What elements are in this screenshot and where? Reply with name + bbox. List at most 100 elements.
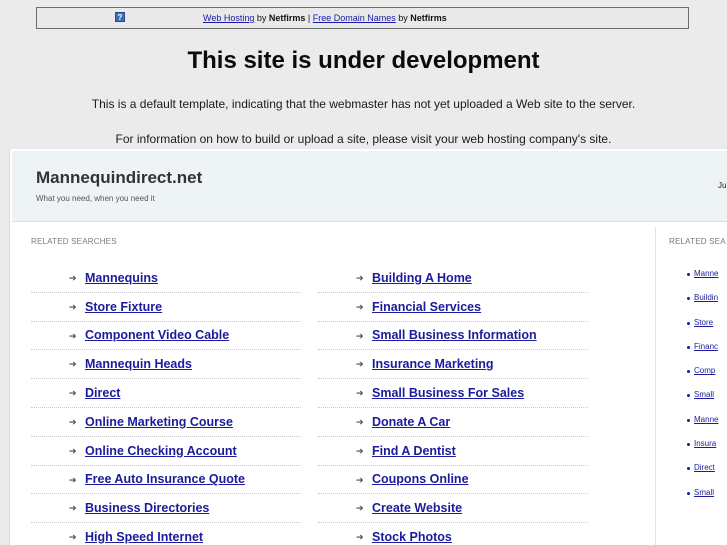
- arrow-icon: ➔: [356, 301, 364, 312]
- arrow-icon: ➔: [69, 445, 77, 456]
- related-search-link[interactable]: Free Auto Insurance Quote: [85, 472, 245, 486]
- related-search-link[interactable]: Stock Photos: [372, 530, 452, 544]
- side-list-item: Manne: [684, 269, 718, 293]
- bullet-icon: [687, 394, 690, 398]
- side-related-link[interactable]: Financ: [694, 342, 718, 351]
- arrow-icon: ➔: [356, 503, 364, 514]
- side-related-link[interactable]: Small: [694, 390, 714, 399]
- bullet-icon: [687, 418, 690, 422]
- arrow-icon: ➔: [69, 330, 77, 341]
- arrow-icon: ➔: [356, 359, 364, 370]
- side-list-item: Buildin: [684, 293, 718, 317]
- side-related-label: RELATED SEA: [669, 237, 726, 246]
- list-item: ➔ Small Business For Sales: [318, 379, 588, 408]
- side-list-item: Comp: [684, 366, 718, 390]
- list-item: ➔ Donate A Car: [318, 408, 588, 437]
- brand-netfirms-1: Netfirms: [268, 13, 306, 23]
- page-title: This site is under development: [187, 47, 540, 74]
- related-search-link[interactable]: Financial Services: [372, 300, 481, 314]
- bullet-icon: [687, 467, 690, 471]
- related-search-link[interactable]: Insurance Marketing: [372, 357, 494, 371]
- arrow-icon: ➔: [69, 301, 77, 312]
- related-search-link[interactable]: High Speed Internet: [85, 530, 203, 544]
- related-search-link[interactable]: Coupons Online: [372, 472, 469, 486]
- related-list-left: ➔ Mannequins ➔ Store Fixture ➔ Component Vide…: [31, 264, 301, 545]
- side-list-item: Financ: [684, 342, 718, 366]
- related-search-link[interactable]: Find A Dentist: [372, 444, 456, 458]
- header-cut-text: Ju: [718, 181, 727, 190]
- side-related-link[interactable]: Comp: [694, 366, 715, 375]
- list-item: ➔ Mannequins: [31, 264, 301, 293]
- related-search-link[interactable]: Mannequin Heads: [85, 357, 192, 371]
- bullet-icon: [687, 370, 690, 374]
- bullet-icon: [687, 345, 690, 349]
- bullet-icon: [687, 273, 690, 276]
- bullet-icon: [687, 321, 690, 325]
- list-item: ➔ Insurance Marketing: [318, 350, 588, 380]
- related-search-link[interactable]: Donate A Car: [372, 415, 450, 429]
- arrow-icon: ➔: [356, 416, 364, 427]
- related-searches-label: RELATED SEARCHES: [31, 237, 117, 246]
- sponsor-links: Web Hosting by Netfirms | Free Domain Na…: [203, 8, 447, 28]
- list-item: ➔ Financial Services: [318, 293, 588, 322]
- parked-domain-panel: Mannequindirect.net What you need, when …: [9, 149, 727, 545]
- related-search-link[interactable]: Online Marketing Course: [85, 415, 233, 429]
- list-item: ➔ Coupons Online: [318, 466, 588, 495]
- list-item: ➔ Online Checking Account: [31, 437, 301, 466]
- related-search-link[interactable]: Direct: [85, 386, 120, 400]
- related-search-link[interactable]: Building A Home: [372, 271, 472, 285]
- list-item: ➔ High Speed Internet: [31, 523, 301, 545]
- panel-header: Mannequindirect.net What you need, when …: [12, 151, 727, 222]
- by-text: by: [254, 13, 269, 23]
- related-search-link[interactable]: Small Business Information: [372, 328, 537, 342]
- notice-line-1: This is a default template, indicating t…: [91, 97, 636, 111]
- bullet-icon: [687, 491, 690, 495]
- side-related-link[interactable]: Manne: [694, 415, 718, 424]
- related-search-link[interactable]: Component Video Cable: [85, 328, 229, 342]
- web-hosting-link[interactable]: Web Hosting: [203, 13, 254, 23]
- related-list-right: ➔ Building A Home ➔ Financial Services ➔ Smal…: [318, 264, 588, 545]
- related-search-link[interactable]: Small Business For Sales: [372, 386, 524, 400]
- list-item: ➔ Business Directories: [31, 494, 301, 524]
- list-item: ➔ Component Video Cable: [31, 322, 301, 351]
- related-search-link[interactable]: Mannequins: [85, 271, 158, 285]
- side-related-link[interactable]: Store: [694, 318, 713, 327]
- list-item: ➔ Find A Dentist: [318, 437, 588, 466]
- free-domain-names-link[interactable]: Free Domain Names: [313, 13, 396, 23]
- side-list-item: Manne: [684, 415, 718, 439]
- bullet-icon: [687, 443, 690, 447]
- arrow-icon: ➔: [69, 359, 77, 370]
- list-item: ➔ Stock Photos: [318, 523, 588, 545]
- related-search-link[interactable]: Store Fixture: [85, 300, 162, 314]
- list-item: ➔ Free Auto Insurance Quote: [31, 466, 301, 495]
- arrow-icon: ➔: [69, 474, 77, 485]
- side-list-item: Small: [684, 390, 718, 414]
- side-related-list: Manne Buildin Store Financ Comp Small Manne Ins…: [684, 269, 718, 512]
- side-related-link[interactable]: Direct: [694, 463, 715, 472]
- related-search-link[interactable]: Online Checking Account: [85, 444, 237, 458]
- site-title[interactable]: Mannequindirect.net: [36, 168, 202, 188]
- notice-line-2: For information on how to build or uploa…: [115, 132, 612, 146]
- related-search-link[interactable]: Business Directories: [85, 501, 209, 515]
- side-related-link[interactable]: Insura: [694, 439, 716, 448]
- sponsor-bar: ? Web Hosting by Netfirms | Free Domain …: [36, 7, 689, 29]
- arrow-icon: ➔: [356, 532, 364, 543]
- site-tagline: What you need, when you need it: [36, 194, 155, 203]
- arrow-icon: ➔: [356, 474, 364, 485]
- arrow-icon: ➔: [356, 445, 364, 456]
- side-related-link[interactable]: Buildin: [694, 293, 718, 302]
- list-item: ➔ Building A Home: [318, 264, 588, 293]
- question-mark-icon[interactable]: ?: [115, 12, 125, 22]
- side-list-item: Store: [684, 318, 718, 342]
- list-item: ➔ Online Marketing Course: [31, 408, 301, 437]
- list-item: ➔ Small Business Information: [318, 322, 588, 351]
- list-item: ➔ Store Fixture: [31, 293, 301, 322]
- arrow-icon: ➔: [356, 273, 364, 283]
- arrow-icon: ➔: [356, 330, 364, 341]
- side-list-item: Direct: [684, 463, 718, 487]
- related-search-link[interactable]: Create Website: [372, 501, 462, 515]
- side-related-link[interactable]: Manne: [694, 269, 718, 278]
- arrow-icon: ➔: [356, 388, 364, 399]
- side-related-link[interactable]: Small: [694, 488, 714, 497]
- arrow-icon: ➔: [69, 416, 77, 427]
